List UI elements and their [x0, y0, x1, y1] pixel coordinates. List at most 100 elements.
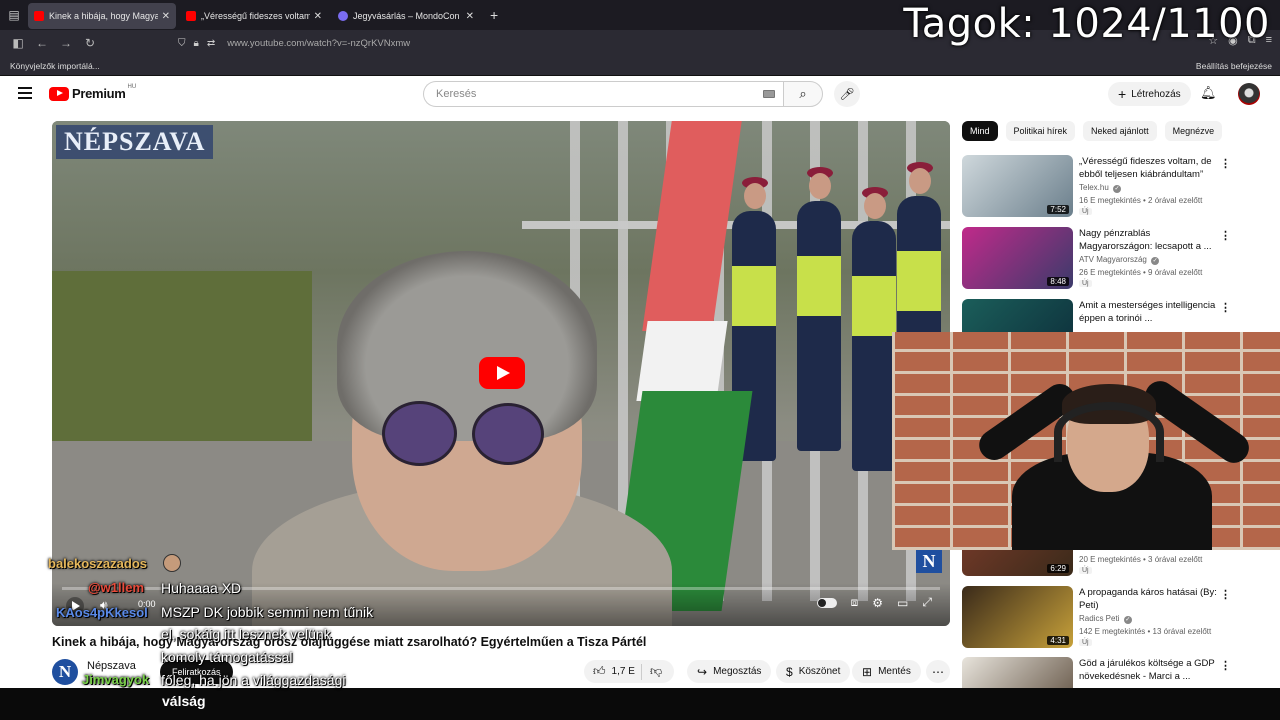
recommendation-channel: ATV Magyarország ✓ [1079, 255, 1160, 265]
hamburger-menu-icon[interactable] [18, 87, 32, 99]
url-text: www.youtube.com/watch?v=-nzQrKVNxmw [227, 37, 411, 49]
channel-label: ATV Magyarország [1079, 255, 1147, 264]
video-thumbnail[interactable]: 8:48 [962, 227, 1073, 289]
chat-text: el, sokáig itt lesznek velünk [161, 626, 331, 642]
recommendation-item[interactable]: 8:48 Nagy pénzrablás Magyarországon: lec… [962, 227, 1272, 291]
more-options-icon[interactable]: ⋮ [1220, 157, 1231, 170]
autoplay-toggle[interactable] [816, 597, 837, 608]
search-icon: ⌕ [799, 86, 807, 101]
voice-search-button[interactable]: 🎤︎ [834, 81, 860, 107]
bookmarks-bar: Könyvjelzők importálá... Beállítás befej… [0, 56, 1280, 76]
logo-text: Premium [72, 86, 126, 101]
recommendation-title[interactable]: „Vérességű fideszes voltam, de ebből tel… [1079, 155, 1219, 181]
thanks-label: Köszönet [798, 666, 841, 677]
browser-tab[interactable]: Jegyvásárlás – MondoCon ✕ [332, 3, 480, 29]
streamer-webcam [892, 332, 1280, 550]
share-label: Megosztás [713, 666, 762, 677]
keyboard-icon[interactable] [763, 90, 775, 98]
recommendation-meta: 26 E megtekintés • 9 órával ezelőtt [1079, 268, 1203, 277]
sidebar-toggle-icon[interactable]: ◧ [6, 36, 30, 50]
chip-watched[interactable]: Megnézve [1164, 121, 1223, 141]
browser-tab[interactable]: Kinek a hibája, hogy Magyaror ✕ [28, 3, 176, 29]
youtube-play-logo-icon [49, 86, 69, 101]
bookmark-icon: ⊞ [862, 664, 873, 679]
more-options-icon[interactable]: ⋮ [1220, 659, 1231, 672]
logo-region: HU [127, 83, 137, 90]
video-frame-police [797, 167, 841, 451]
chip-all[interactable]: Mind [962, 121, 998, 141]
forward-icon[interactable]: → [54, 36, 78, 50]
recommendation-title[interactable]: Göd a járulékos költsége a GDP növekedés… [1079, 657, 1219, 683]
notifications-bell-icon[interactable]: 🔔︎ [1200, 85, 1217, 101]
big-play-button[interactable] [479, 357, 525, 389]
thanks-button[interactable]: $ Köszönet [776, 660, 851, 683]
nepszava-watermark: NÉPSZAVA [56, 125, 214, 159]
subtitles-icon[interactable]: ⧈ [851, 595, 859, 610]
recommendation-channel: Telex.hu ✓ [1079, 183, 1122, 193]
more-actions-icon[interactable]: ⋯ [926, 660, 950, 683]
youtube-logo[interactable]: Premium HU [49, 83, 137, 101]
recommendation-title[interactable]: Nagy pénzrablás Magyarországon: lecsapot… [1079, 227, 1219, 253]
miniplayer-icon[interactable]: ▭ [897, 596, 908, 610]
search-placeholder: Keresés [436, 88, 477, 100]
chat-username: balekoszazados [48, 556, 147, 571]
video-frame-police [852, 187, 896, 471]
import-bookmarks-link[interactable]: Könyvjelzők importálá... [10, 61, 100, 71]
share-button[interactable]: ↪ Megosztás [687, 660, 772, 683]
settings-gear-icon[interactable]: ⚙ [872, 596, 883, 610]
tab-list-icon[interactable]: ▤ [0, 0, 28, 30]
search-button[interactable]: ⌕ [783, 81, 823, 107]
tab-label: Jegyvásárlás – MondoCon [353, 11, 460, 21]
permissions-icon: ⇄ [206, 37, 216, 49]
chat-username: Jimvagyok [82, 672, 150, 687]
video-thumbnail[interactable]: 7:52 [962, 155, 1073, 217]
verified-icon: ✓ [1113, 185, 1122, 193]
back-icon[interactable]: ← [30, 36, 54, 50]
dislike-button[interactable]: 👎︎ [642, 664, 662, 679]
reload-icon[interactable]: ↻ [78, 36, 102, 50]
tab-close-icon[interactable]: ✕ [314, 11, 322, 22]
recommendation-title[interactable]: Amit a mesterséges intelligencia éppen a… [1079, 299, 1219, 325]
verified-icon: ✓ [1123, 616, 1132, 624]
new-badge: Új [1079, 639, 1092, 646]
channel-corner-logo[interactable]: N [916, 549, 942, 573]
account-avatar[interactable] [1238, 83, 1260, 105]
search-input[interactable]: Keresés [423, 81, 783, 107]
new-badge: Új [1079, 280, 1092, 287]
recommendation-item[interactable]: 4:31 A propaganda káros hatásai (By: Pet… [962, 586, 1272, 650]
mondocon-favicon-icon [338, 11, 348, 21]
recommendation-title[interactable]: A propaganda káros hatásai (By: Peti) [1079, 586, 1219, 612]
video-frame-person-hair [337, 251, 597, 441]
fullscreen-icon[interactable]: ⤢ [922, 595, 932, 610]
lock-icon: 🔒︎ [193, 37, 199, 49]
chip-political-news[interactable]: Politikai hírek [1005, 121, 1076, 141]
channel-label: Telex.hu [1079, 183, 1109, 192]
plus-icon: + [1118, 86, 1127, 102]
video-player[interactable]: NÉPSZAVA N 🔊︎ 0:00 ⧈ ⚙ ▭ ⤢ [52, 121, 950, 626]
channel-avatar[interactable]: N [52, 659, 78, 685]
like-button[interactable]: 👍︎ 1,7 E [584, 663, 642, 680]
channel-name[interactable]: Népszava [87, 660, 136, 672]
new-tab-icon[interactable]: + [490, 7, 498, 23]
duration-badge: 7:52 [1047, 205, 1069, 214]
create-button[interactable]: + Létrehozás [1108, 82, 1191, 106]
recommendation-channel: Radics Peti ✓ [1079, 614, 1132, 624]
browser-tab[interactable]: „Vérességű fideszes voltam, de ✕ [180, 3, 328, 29]
recommendation-meta: 16 E megtekintés • 2 órával ezelőtt [1079, 196, 1203, 205]
tab-close-icon[interactable]: ✕ [466, 11, 474, 22]
recommendation-item[interactable]: 7:52 „Vérességű fideszes voltam, de ebbő… [962, 155, 1272, 219]
stream-chat-overlay: balekoszazados @w1llem Huhaaaa XD KAos4p… [0, 0, 373, 688]
more-options-icon[interactable]: ⋮ [1220, 588, 1231, 601]
finish-setup-link[interactable]: Beállítás befejezése [1196, 61, 1272, 71]
save-button[interactable]: ⊞ Mentés [852, 660, 921, 683]
more-options-icon[interactable]: ⋮ [1220, 301, 1231, 314]
more-options-icon[interactable]: ⋮ [1220, 229, 1231, 242]
filter-chips: Mind Politikai hírek Neked ajánlott Megn… [962, 121, 1223, 141]
tab-close-icon[interactable]: ✕ [162, 11, 170, 22]
chat-text: MSZP DK jobbik semmi nem tűnik [161, 604, 374, 620]
shield-icon: ⛉ [178, 37, 186, 49]
video-thumbnail[interactable]: 4:31 [962, 586, 1073, 648]
chip-recommended[interactable]: Neked ajánlott [1083, 121, 1157, 141]
chat-username: @w1llem [88, 580, 145, 595]
chat-text: komoly támogatással [161, 649, 293, 665]
